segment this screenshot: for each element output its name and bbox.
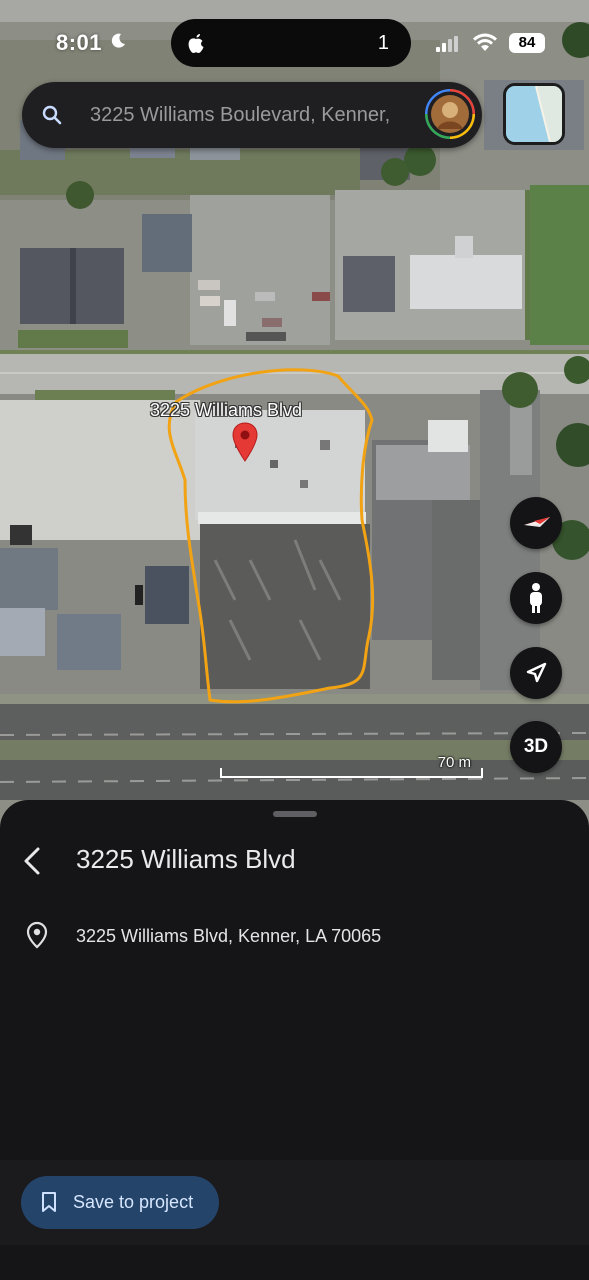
bookmark-icon <box>42 1192 56 1212</box>
map-scale: 70 m <box>220 754 483 778</box>
moon-icon <box>111 33 125 48</box>
place-address[interactable]: 3225 Williams Blvd, Kenner, LA 70065 <box>76 926 381 947</box>
status-bar: 8:01 1 84 <box>0 0 589 70</box>
map-place-label[interactable]: 3225 Williams Blvd <box>150 400 302 421</box>
layers-button[interactable] <box>503 83 565 145</box>
scale-label: 70 m <box>437 754 471 771</box>
satellite-map[interactable]: 8:01 1 84 3225 Williams Boulevard, Kenne… <box>0 0 589 830</box>
place-bottom-sheet[interactable]: 3225 Williams Blvd 3225 Williams Blvd, K… <box>0 800 589 1280</box>
island-count: 1 <box>377 32 389 54</box>
street-view-button[interactable] <box>510 572 562 624</box>
save-to-project-label: Save to project <box>73 1192 194 1212</box>
clock-time: 8:01 <box>56 30 103 55</box>
my-location-icon <box>526 662 547 683</box>
search-bar[interactable] <box>22 82 482 148</box>
pegman-icon <box>530 583 542 613</box>
map-pin-icon[interactable] <box>232 422 258 462</box>
apple-icon <box>188 34 204 53</box>
my-location-button[interactable] <box>510 647 562 699</box>
location-pin-icon <box>26 921 48 949</box>
dynamic-island: 1 <box>171 19 411 67</box>
search-icon <box>42 105 62 125</box>
account-avatar[interactable] <box>425 89 475 139</box>
wifi-icon <box>473 33 497 51</box>
compass-icon <box>524 517 550 527</box>
save-to-project-button[interactable]: Save to project <box>21 1176 219 1229</box>
sheet-drag-handle[interactable] <box>273 811 317 817</box>
layers-icon <box>506 86 562 142</box>
back-arrow-icon[interactable] <box>18 844 46 878</box>
compass-button[interactable] <box>510 497 562 549</box>
battery-indicator: 84 <box>509 33 545 53</box>
signal-icon <box>436 36 458 52</box>
place-title: 3225 Williams Blvd <box>76 844 296 874</box>
search-input[interactable] <box>90 96 408 134</box>
3d-toggle-button[interactable]: 3D <box>510 721 562 773</box>
